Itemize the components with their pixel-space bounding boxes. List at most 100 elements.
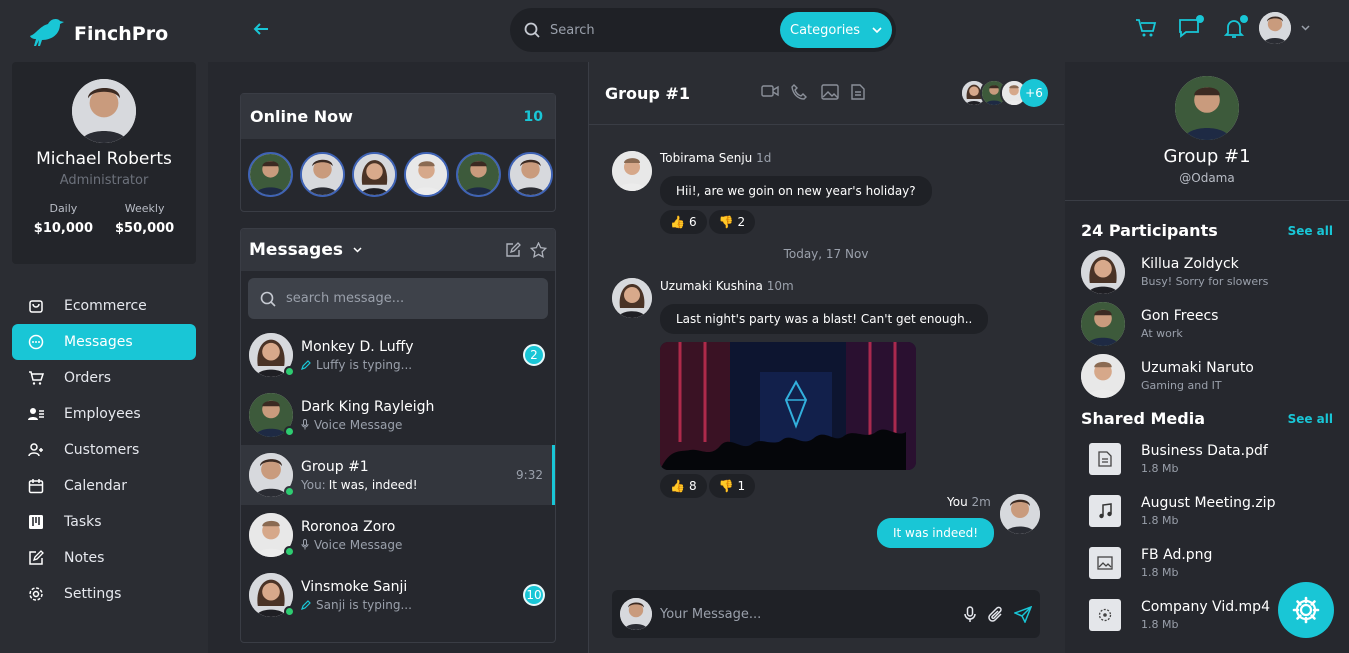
send-icon[interactable] (1014, 605, 1032, 623)
thumbs-up-reaction[interactable]: 👍 6 (660, 210, 707, 234)
online-indicator (284, 366, 295, 377)
sidebar-item-messages[interactable]: Messages (12, 324, 196, 360)
messages-title: Messages (249, 240, 343, 260)
daily-label: Daily (49, 202, 78, 215)
weekly-label: Weekly (124, 202, 165, 215)
sidebar-item-settings[interactable]: Settings (12, 576, 196, 612)
online-avatar[interactable] (456, 152, 501, 197)
extra-members-count: +6 (1020, 79, 1048, 107)
conversation-time: 9:32 (516, 468, 543, 482)
categories-dropdown[interactable]: Categories (780, 12, 892, 48)
calendar-icon (28, 479, 44, 494)
video-call-icon[interactable] (761, 84, 779, 98)
reactions: 👍 6 👎 2 (660, 210, 756, 234)
conversation-item[interactable]: Vinsmoke Sanji Sanji is typing... 10 (241, 565, 555, 625)
search-icon (260, 291, 276, 307)
sidebar-item-calendar[interactable]: Calendar (12, 468, 196, 504)
participants-title: 24 Participants (1081, 221, 1218, 240)
profile-role: Administrator (59, 173, 149, 188)
participant-avatar (1081, 250, 1125, 294)
star-icon[interactable] (530, 242, 547, 258)
shared-file-item[interactable]: Business Data.pdf 1.8 Mb (1089, 443, 1268, 475)
cart-icon[interactable] (1135, 18, 1157, 38)
pencil-icon (301, 599, 311, 610)
message-search-input[interactable]: search message... (248, 278, 548, 319)
online-avatar[interactable] (352, 152, 397, 197)
document-icon[interactable] (851, 84, 865, 100)
sender-avatar (612, 278, 652, 318)
sidebar-item-notes[interactable]: Notes (12, 540, 196, 576)
online-avatar[interactable] (404, 152, 449, 197)
bird-logo-icon (30, 19, 64, 46)
participant-avatar (1081, 354, 1125, 398)
conversation-item[interactable]: Roronoa Zoro Voice Message (241, 505, 555, 565)
shared-file-item[interactable]: Company Vid.mp4 1.8 Mb (1089, 599, 1270, 631)
group-handle: @Odama (1179, 171, 1235, 185)
unread-badge: 2 (523, 344, 545, 366)
online-indicator (284, 546, 295, 557)
chat-icon (28, 334, 44, 350)
messages-title-dropdown[interactable]: Messages (249, 240, 362, 260)
gear-icon (29, 587, 43, 601)
participants-see-all-link[interactable]: See all (1288, 224, 1333, 238)
unread-badge: 10 (523, 584, 545, 606)
compose-icon[interactable] (505, 242, 521, 258)
tasks-icon (29, 515, 43, 529)
shared-file-item[interactable]: August Meeting.zip 1.8 Mb (1089, 495, 1275, 527)
shared-file-item[interactable]: FB Ad.png 1.8 Mb (1089, 547, 1212, 579)
microphone-icon (301, 539, 309, 550)
avatar (249, 333, 295, 377)
weekly-value: $50,000 (115, 221, 175, 236)
back-arrow-icon[interactable] (252, 20, 270, 38)
participant-item[interactable]: Killua Zoldyck Busy! Sorry for slowers (1081, 250, 1268, 294)
own-message-bubble: It was indeed! (877, 518, 995, 548)
online-avatar[interactable] (248, 152, 293, 197)
sidebar-item-employees[interactable]: Employees (12, 396, 196, 432)
my-avatar (1000, 494, 1040, 534)
chat-notification-icon[interactable] (1178, 15, 1204, 38)
message-input[interactable]: Your Message... (660, 607, 964, 622)
chevron-down-icon[interactable] (1301, 25, 1310, 31)
participant-avatar (1081, 302, 1125, 346)
image-icon[interactable] (821, 84, 839, 100)
media-see-all-link[interactable]: See all (1288, 412, 1333, 426)
sidebar-item-orders[interactable]: Orders (12, 360, 196, 396)
participant-item[interactable]: Gon Freecs At work (1081, 302, 1218, 346)
profile-avatar (72, 79, 136, 143)
sidebar-item-customers[interactable]: Customers (12, 432, 196, 468)
cart-icon (29, 371, 44, 385)
microphone-icon[interactable] (964, 605, 976, 623)
settings-fab-button[interactable] (1278, 582, 1334, 638)
online-now-card: Online Now 10 (240, 93, 556, 212)
participant-item[interactable]: Uzumaki Naruto Gaming and IT (1081, 354, 1254, 398)
search-input[interactable]: Search (550, 23, 595, 38)
online-avatar[interactable] (300, 152, 345, 197)
group-avatar (1175, 76, 1239, 140)
message-sender: Uzumaki Kushina 10m (660, 279, 794, 293)
sidebar-item-tasks[interactable]: Tasks (12, 504, 196, 540)
phone-icon[interactable] (791, 84, 809, 100)
group-name: Group #1 (1163, 146, 1251, 167)
conversation-item[interactable]: Group #1 You: It was, indeed! 9:32 (241, 445, 555, 505)
thumbs-up-icon: 👍 (670, 215, 685, 229)
conversation-item[interactable]: Dark King Rayleigh Voice Message (241, 385, 555, 445)
search-bar[interactable]: Search Categories (510, 8, 896, 52)
profile-name: Michael Roberts (36, 149, 172, 169)
thumbs-down-icon: 👎 (718, 479, 734, 493)
thumbs-down-reaction[interactable]: 👎 1 (708, 474, 756, 498)
party-image[interactable] (660, 342, 916, 470)
date-divider: Today, 17 Nov (783, 247, 869, 261)
online-avatar[interactable] (508, 152, 553, 197)
notes-icon (29, 550, 44, 565)
gear-icon (1292, 596, 1320, 624)
group-members[interactable]: +6 (960, 79, 1048, 107)
sidebar-item-ecommerce[interactable]: Ecommerce (12, 288, 196, 324)
conversation-item[interactable]: Monkey D. Luffy Luffy is typing... 2 (241, 325, 555, 385)
message-bubble: Last night's party was a blast! Can't ge… (660, 304, 989, 334)
user-avatar[interactable] (1259, 12, 1291, 44)
thumbs-down-reaction[interactable]: 👎 2 (708, 210, 756, 234)
app-logo[interactable]: FinchPro (26, 16, 168, 52)
thumbs-up-reaction[interactable]: 👍 8 (660, 474, 707, 498)
bell-icon[interactable] (1224, 15, 1248, 39)
paperclip-icon[interactable] (988, 606, 1004, 623)
